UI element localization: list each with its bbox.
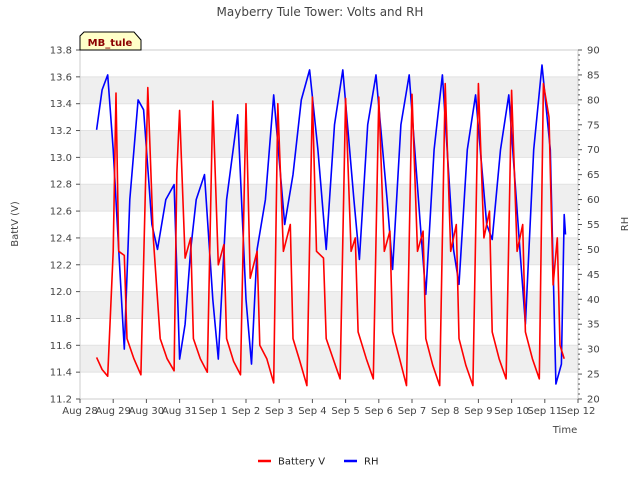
x-axis-title: Time — [552, 425, 577, 436]
y-axis-left: 11.2 11.4 11.6 11.8 12.0 12.2 12.4 12.6 12.8 13.0… — [50, 46, 80, 406]
x-tick-label: Sep 5 — [331, 406, 359, 417]
y-right-tick-label: 50 — [587, 245, 600, 256]
x-tick-label: Sep 2 — [232, 406, 260, 417]
x-tick-label: Sep 10 — [494, 406, 529, 417]
x-tick-label: Sep 4 — [298, 406, 326, 417]
x-tick-label: Sep 9 — [464, 406, 492, 417]
x-tick-label: Aug 30 — [129, 406, 164, 417]
y-right-tick-label: 70 — [587, 145, 600, 156]
x-tick-label: Aug 31 — [162, 406, 197, 417]
x-tick-label: Sep 8 — [431, 406, 459, 417]
y-right-tick-label: 65 — [587, 170, 600, 181]
series-line — [95, 82, 565, 387]
y-right-tick-label: 85 — [587, 70, 600, 81]
legend-label: RH — [364, 457, 378, 468]
y-right-tick-label: 35 — [587, 320, 600, 331]
y-left-tick-label: 12.0 — [50, 287, 72, 298]
y-right-tick-label: 20 — [587, 395, 600, 406]
y-left-tick-label: 12.6 — [50, 207, 72, 218]
x-tick-label: Sep 12 — [561, 406, 596, 417]
y-left-tick-label: 13.8 — [50, 46, 72, 57]
y-right-tick-label: 75 — [587, 120, 600, 131]
y-right-tick-label: 30 — [587, 345, 600, 356]
legend-label: Battery V — [278, 457, 325, 468]
x-tick-label: Sep 1 — [199, 406, 227, 417]
y-left-tick-label: 11.2 — [50, 395, 72, 406]
series-layer — [95, 64, 567, 387]
y-left-tick-label: 12.8 — [50, 180, 72, 191]
y-left-tick-label: 11.6 — [50, 341, 72, 352]
x-tick-label: Sep 6 — [365, 406, 393, 417]
y-right-tick-label: 55 — [587, 220, 600, 231]
y-right-tick-label: 90 — [587, 46, 600, 57]
y-left-tick-label: 13.2 — [50, 126, 72, 137]
y-left-tick-label: 12.2 — [50, 260, 72, 271]
x-tick-label: Sep 11 — [527, 406, 562, 417]
y-axis-right: 20 25 30 35 40 45 50 55 60 65 70 75 80 85 90 — [578, 46, 600, 406]
series-line — [95, 64, 567, 385]
y-axis-right-title: RH — [620, 217, 631, 231]
grid-band — [80, 291, 578, 319]
x-axis: Aug 28Aug 29Aug 30Aug 31 Sep 1 Sep 2 Sep 3 S… — [62, 399, 595, 417]
y-left-tick-label: 11.4 — [50, 368, 72, 379]
y-right-tick-label: 40 — [587, 295, 600, 306]
grid-band — [80, 345, 578, 373]
y-left-tick-label: 13.6 — [50, 72, 72, 83]
y-left-tick-label: 13.4 — [50, 99, 72, 110]
y-right-tick-label: 45 — [587, 270, 600, 281]
station-badge-label: MB_tule — [88, 38, 133, 49]
legend: Battery V RH — [258, 457, 378, 468]
x-tick-label: Sep 7 — [398, 406, 426, 417]
y-left-tick-label: 12.4 — [50, 233, 72, 244]
y-left-tick-label: 13.0 — [50, 153, 72, 164]
chart-title: Mayberry Tule Tower: Volts and RH — [217, 5, 424, 19]
y-right-tick-label: 80 — [587, 95, 600, 106]
x-tick-label: Sep 3 — [265, 406, 293, 417]
grid-band — [80, 76, 578, 104]
y-axis-left-title: BattV (V) — [10, 201, 21, 247]
x-tick-label: Aug 28 — [62, 406, 97, 417]
y-left-tick-label: 11.8 — [50, 314, 72, 325]
x-tick-label: Aug 29 — [95, 406, 130, 417]
y-right-tick-label: 25 — [587, 370, 600, 381]
chart: Mayberry Tule Tower: Volts and RH Aug 28… — [10, 5, 631, 468]
station-badge: MB_tule — [79, 31, 142, 51]
y-right-tick-label: 60 — [587, 195, 600, 206]
